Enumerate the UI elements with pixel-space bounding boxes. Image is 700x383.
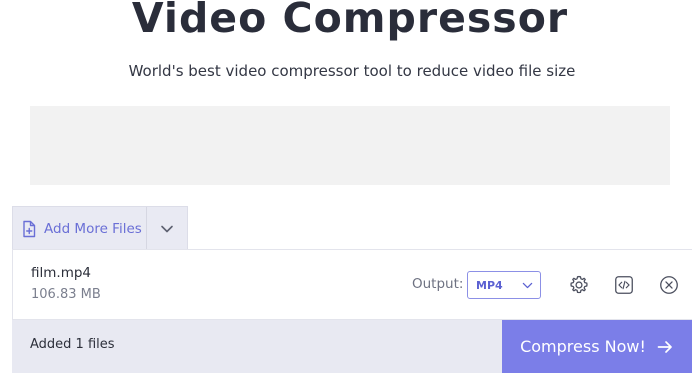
chevron-down-icon [522,282,533,288]
file-size: 106.83 MB [31,287,101,302]
remove-file-button[interactable] [656,272,682,298]
add-files-group: Add More Files [12,206,188,250]
file-name: film.mp4 [31,265,92,281]
ad-placeholder [30,106,670,185]
compress-now-button[interactable]: Compress Now! [502,320,692,373]
file-row: film.mp4 106.83 MB Output: MP4 [12,249,692,320]
compress-now-label: Compress Now! [520,337,646,356]
gear-icon [570,275,588,294]
embed-code-icon [615,276,633,294]
chevron-down-icon [161,225,173,232]
output-label: Output: [412,276,464,292]
arrow-right-icon [657,340,672,353]
add-more-files-button[interactable]: Add More Files [13,207,147,250]
add-files-dropdown-button[interactable] [147,207,187,250]
add-more-files-label: Add More Files [44,220,142,237]
page-subtitle: World's best video compressor tool to re… [128,62,576,80]
file-plus-icon [23,220,36,237]
action-bar: Added 1 files Compress Now! [12,320,692,373]
output-format-value: MP4 [476,278,503,292]
settings-button[interactable] [566,272,592,298]
added-files-status: Added 1 files [30,337,115,352]
page-title: Video Compressor [131,0,569,42]
output-format-select[interactable]: MP4 [467,271,541,299]
embed-code-button[interactable] [611,272,637,298]
close-circle-icon [660,276,678,294]
